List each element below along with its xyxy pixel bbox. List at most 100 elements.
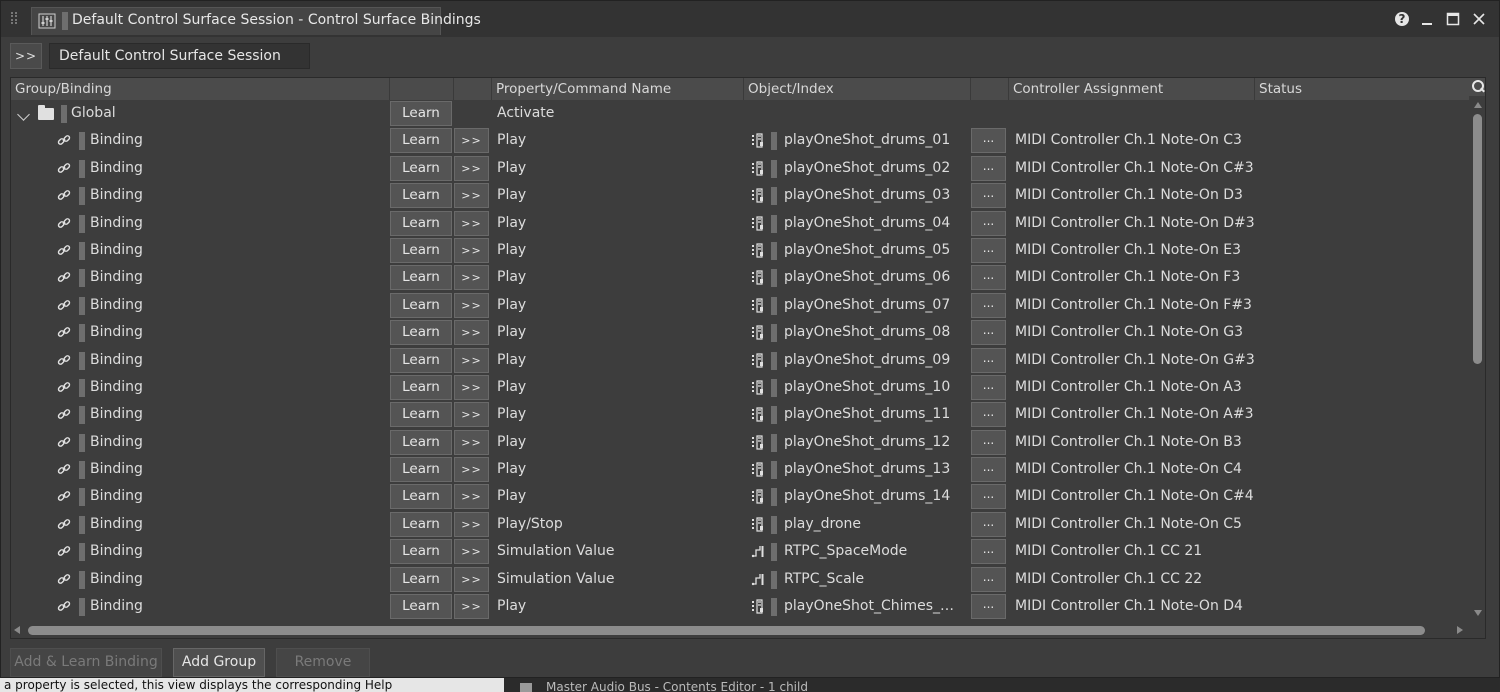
close-icon[interactable] xyxy=(1471,11,1487,27)
learn-button[interactable]: Learn xyxy=(390,429,452,455)
object-name[interactable]: playOneShot_drums_13 xyxy=(784,456,964,483)
learn-button[interactable]: Learn xyxy=(390,457,452,483)
browse-object-button[interactable]: ... xyxy=(971,128,1006,154)
object-name[interactable]: playOneShot_drums_01 xyxy=(784,127,964,154)
command-menu-button[interactable]: >> xyxy=(454,484,489,510)
object-name[interactable]: RTPC_Scale xyxy=(784,566,964,593)
browse-object-button[interactable]: ... xyxy=(971,402,1006,428)
col-learn[interactable] xyxy=(390,78,454,100)
learn-button[interactable]: Learn xyxy=(390,374,452,400)
vertical-scroll-thumb[interactable] xyxy=(1473,114,1482,364)
command-menu-button[interactable]: >> xyxy=(454,237,489,263)
object-name[interactable]: RTPC_SpaceMode xyxy=(784,538,964,565)
browse-object-button[interactable]: ... xyxy=(971,237,1006,263)
scroll-down-icon[interactable] xyxy=(1474,610,1482,616)
browse-object-button[interactable]: ... xyxy=(971,457,1006,483)
command-menu-button[interactable]: >> xyxy=(454,265,489,291)
object-name[interactable]: playOneShot_drums_03 xyxy=(784,182,964,209)
table-row[interactable]: Binding Learn >> Play playOneShot_drums_10..… xyxy=(11,374,1469,401)
col-more[interactable] xyxy=(454,78,492,100)
group-row-global[interactable]: Global Learn Activate xyxy=(11,100,1469,127)
col-property-command[interactable]: Property/Command Name xyxy=(492,78,744,100)
object-name[interactable]: playOneShot_drums_02 xyxy=(784,155,964,182)
table-row[interactable]: Binding Learn >> Play playOneShot_drums_04..… xyxy=(11,210,1469,237)
table-row[interactable]: Binding Learn >> Simulation Value RTPC_Space… xyxy=(11,538,1469,565)
object-name[interactable]: play_drone xyxy=(784,511,964,538)
table-row[interactable]: Binding Learn >> Play playOneShot_drums_14..… xyxy=(11,483,1469,510)
browse-object-button[interactable]: ... xyxy=(971,183,1006,209)
table-row[interactable]: Binding Learn >> Play playOneShot_drums_11..… xyxy=(11,401,1469,428)
object-name[interactable]: playOneShot_drums_14 xyxy=(784,483,964,510)
object-name[interactable]: playOneShot_drums_06 xyxy=(784,264,964,291)
command-menu-button[interactable]: >> xyxy=(454,155,489,181)
browse-object-button[interactable]: ... xyxy=(971,539,1006,565)
table-row[interactable]: Binding Learn >> Play/Stop play_drone... MIDI… xyxy=(11,511,1469,538)
browse-object-button[interactable]: ... xyxy=(971,511,1006,537)
browse-object-button[interactable]: ... xyxy=(971,320,1006,346)
learn-button[interactable]: Learn xyxy=(390,402,452,428)
col-group-binding[interactable]: Group/Binding xyxy=(11,78,390,100)
learn-button[interactable]: Learn xyxy=(390,237,452,263)
remove-button[interactable]: Remove xyxy=(276,648,370,677)
search-icon[interactable] xyxy=(1469,78,1485,96)
learn-button[interactable]: Learn xyxy=(390,210,452,236)
object-name[interactable]: playOneShot_drums_09 xyxy=(784,347,964,374)
learn-button[interactable]: Learn xyxy=(390,594,452,620)
session-name-field[interactable]: Default Control Surface Session xyxy=(49,43,310,69)
drag-grip-icon[interactable] xyxy=(11,12,17,24)
browse-object-button[interactable]: ... xyxy=(971,292,1006,318)
table-row[interactable]: Binding Learn >> Play playOneShot_drums_08..… xyxy=(11,319,1469,346)
learn-button[interactable]: Learn xyxy=(390,183,452,209)
learn-button[interactable]: Learn xyxy=(390,128,452,154)
learn-button[interactable]: Learn xyxy=(390,484,452,510)
table-row[interactable]: Binding Learn >> Play playOneShot_drums_01..… xyxy=(11,127,1469,154)
object-name[interactable]: playOneShot_drums_08 xyxy=(784,319,964,346)
command-menu-button[interactable]: >> xyxy=(454,183,489,209)
object-name[interactable]: playOneShot_drums_12 xyxy=(784,429,964,456)
command-menu-button[interactable]: >> xyxy=(454,566,489,592)
help-icon[interactable]: ? xyxy=(1395,12,1409,26)
command-menu-button[interactable]: >> xyxy=(454,210,489,236)
table-row[interactable]: Binding Learn >> Simulation Value RTPC_Scale… xyxy=(11,566,1469,593)
chevron-down-icon[interactable] xyxy=(17,108,30,121)
table-row[interactable]: Binding Learn >> Play playOneShot_drums_12..… xyxy=(11,429,1469,456)
learn-button[interactable]: Learn xyxy=(390,155,452,181)
vertical-scrollbar[interactable] xyxy=(1469,100,1485,620)
table-row[interactable]: Binding Learn >> Play playOneShot_drums_09..… xyxy=(11,347,1469,374)
add-learn-binding-button[interactable]: Add & Learn Binding xyxy=(10,648,162,677)
learn-button[interactable]: Learn xyxy=(390,347,452,373)
object-name[interactable]: playOneShot_Chimes_Meta... xyxy=(784,593,964,620)
command-menu-button[interactable]: >> xyxy=(454,511,489,537)
command-menu-button[interactable]: >> xyxy=(454,292,489,318)
table-row[interactable]: Binding Learn >> Play playOneShot_Chimes_Met… xyxy=(11,593,1469,620)
object-name[interactable]: playOneShot_drums_07 xyxy=(784,292,964,319)
browse-object-button[interactable]: ... xyxy=(971,210,1006,236)
horizontal-scroll-thumb[interactable] xyxy=(28,626,1425,635)
command-menu-button[interactable]: >> xyxy=(454,539,489,565)
minimize-icon[interactable] xyxy=(1419,11,1435,27)
command-menu-button[interactable]: >> xyxy=(454,457,489,483)
command-menu-button[interactable]: >> xyxy=(454,594,489,620)
col-status[interactable]: Status xyxy=(1255,78,1469,100)
scroll-right-icon[interactable] xyxy=(1457,626,1463,634)
browse-object-button[interactable]: ... xyxy=(971,566,1006,592)
browse-object-button[interactable]: ... xyxy=(971,594,1006,620)
command-menu-button[interactable]: >> xyxy=(454,402,489,428)
browse-object-button[interactable]: ... xyxy=(971,347,1006,373)
learn-button[interactable]: Learn xyxy=(390,265,452,291)
command-menu-button[interactable]: >> xyxy=(454,347,489,373)
col-browse[interactable] xyxy=(971,78,1009,100)
table-row[interactable]: Binding Learn >> Play playOneShot_drums_03..… xyxy=(11,182,1469,209)
browse-object-button[interactable]: ... xyxy=(971,429,1006,455)
command-menu-button[interactable]: >> xyxy=(454,429,489,455)
learn-button[interactable]: Learn xyxy=(390,101,452,126)
session-expand-button[interactable]: >> xyxy=(10,43,42,69)
learn-button[interactable]: Learn xyxy=(390,511,452,537)
browse-object-button[interactable]: ... xyxy=(971,374,1006,400)
maximize-icon[interactable] xyxy=(1445,11,1461,27)
col-controller-assignment[interactable]: Controller Assignment xyxy=(1009,78,1255,100)
table-row[interactable]: Binding Learn >> Play playOneShot_drums_13..… xyxy=(11,456,1469,483)
window-tab[interactable]: Default Control Surface Session - Contro… xyxy=(31,7,481,35)
table-row[interactable]: Binding Learn >> Play playOneShot_drums_07..… xyxy=(11,292,1469,319)
command-menu-button[interactable]: >> xyxy=(454,320,489,346)
